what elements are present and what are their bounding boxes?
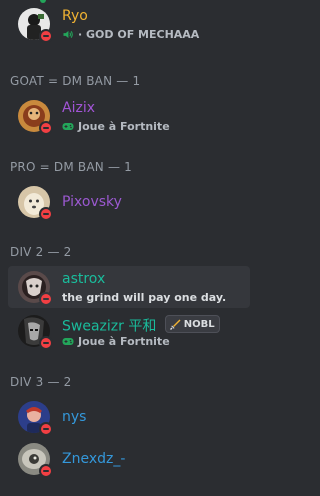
- member-name: Pixovsky: [62, 194, 122, 210]
- member-activity: Joue à Fortnite: [62, 335, 170, 348]
- member-astrox[interactable]: astrox the grind will pay one day.: [8, 266, 250, 308]
- member-activity: · GOD OF MECHAAA: [62, 28, 199, 41]
- section-header-div3: DIV 3 — 2: [10, 375, 72, 389]
- member-name: Aizix: [62, 100, 95, 116]
- section-header-pro: PRO = DM BAN — 1: [10, 160, 132, 174]
- dnd-status-icon: [39, 422, 53, 436]
- dnd-status-icon: [39, 292, 53, 306]
- gamepad-icon: [62, 338, 74, 345]
- section-header-div2: DIV 2 — 2: [10, 245, 72, 259]
- gamepad-icon: [62, 123, 74, 130]
- guild-tag-badge[interactable]: NOBL: [164, 315, 220, 333]
- member-name: Ryo: [62, 8, 88, 24]
- member-nys[interactable]: nys: [8, 396, 250, 438]
- member-aizix[interactable]: Aizix Joue à Fortnite: [8, 95, 250, 137]
- member-sweazizr[interactable]: Sweazizr 平和 NOBL Joue à Fortnite: [8, 310, 250, 352]
- member-activity: Joue à Fortnite: [62, 120, 170, 133]
- dnd-status-icon: [39, 336, 53, 350]
- member-ryo[interactable]: Ryo · GOD OF MECHAAA: [8, 3, 250, 45]
- section-header-goat: GOAT = DM BAN — 1: [10, 74, 141, 88]
- dnd-status-icon: [39, 121, 53, 135]
- member-pixovsky[interactable]: Pixovsky: [8, 181, 250, 223]
- dnd-status-icon: [39, 29, 53, 43]
- sword-icon: [169, 319, 181, 330]
- member-custom-status: the grind will pay one day.: [62, 291, 227, 304]
- member-name: nys: [62, 409, 87, 425]
- member-znexdz[interactable]: Znexdz_-: [8, 438, 250, 480]
- speaker-icon: [63, 30, 73, 39]
- member-name: Sweazizr 平和 NOBL: [62, 315, 220, 336]
- dnd-status-icon: [39, 464, 53, 478]
- member-name: Znexdz_-: [62, 451, 126, 467]
- dnd-status-icon: [39, 207, 53, 221]
- member-name: astrox: [62, 271, 106, 287]
